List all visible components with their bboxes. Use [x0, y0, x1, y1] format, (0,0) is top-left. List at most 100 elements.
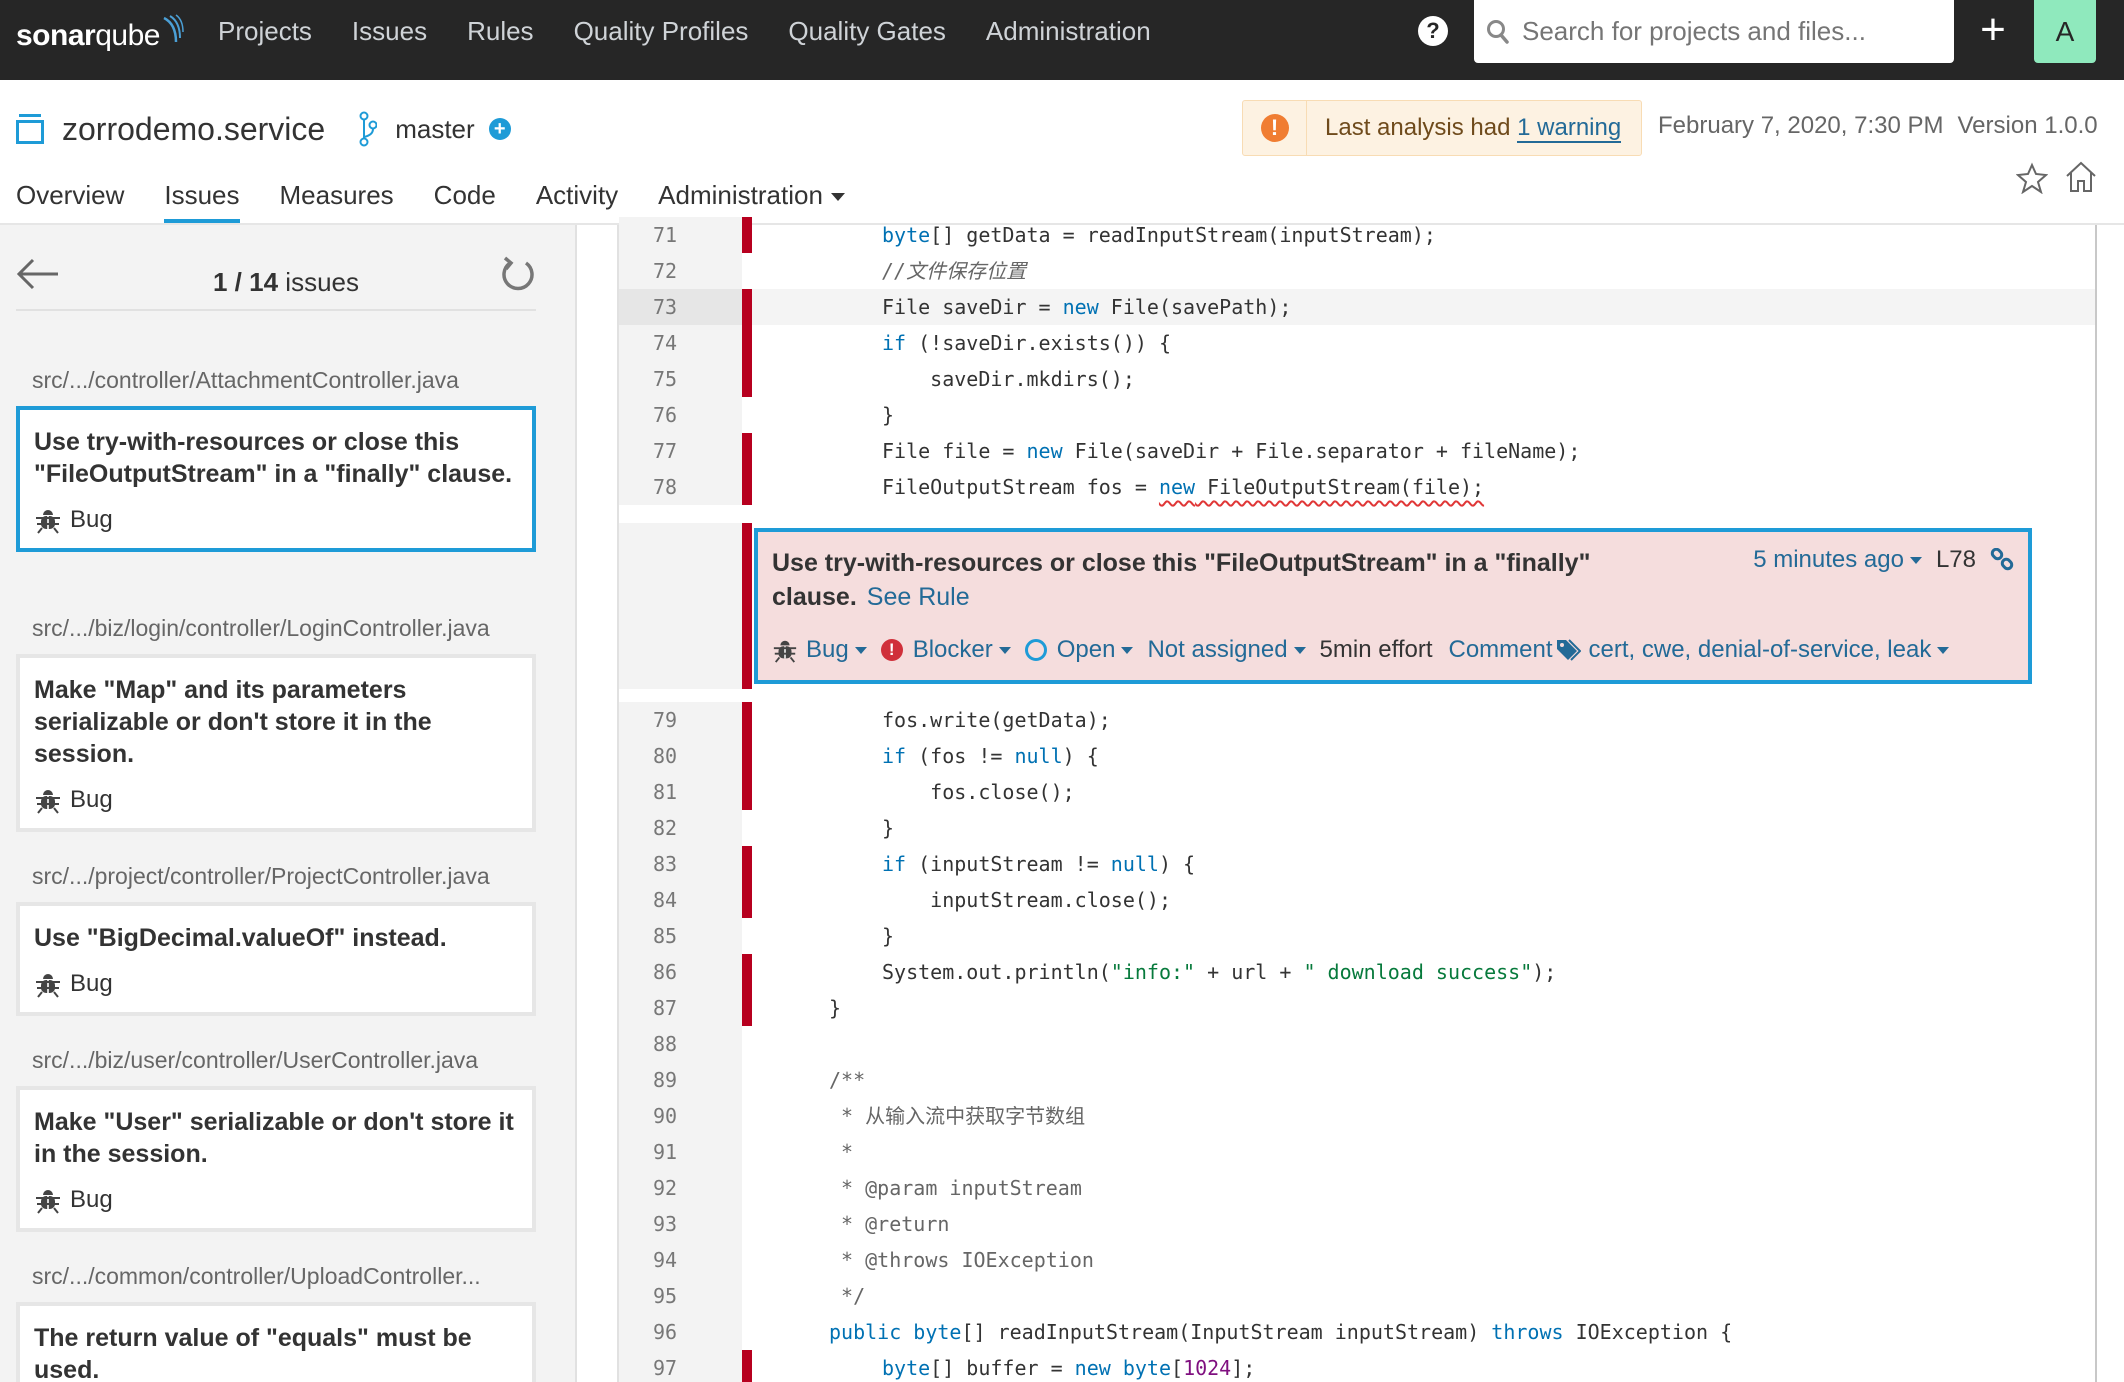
branch-name[interactable]: master [395, 114, 474, 145]
line-number[interactable]: 97 [619, 1350, 742, 1382]
line-number[interactable]: 86 [619, 954, 742, 990]
nav-rules[interactable]: Rules [467, 16, 533, 47]
issue-file-path[interactable]: src/.../biz/login/controller/LoginContro… [32, 615, 532, 642]
nav-issues[interactable]: Issues [352, 16, 427, 47]
line-number[interactable]: 78 [619, 469, 742, 505]
favorite-star-icon[interactable] [2016, 162, 2048, 194]
logo-text-bold: sonar [16, 19, 96, 52]
line-number[interactable]: 89 [619, 1062, 742, 1098]
issue-file-path[interactable]: src/.../biz/user/controller/UserControll… [32, 1047, 532, 1074]
top-navbar: sonar qube Projects Issues Rules Quality … [0, 0, 2124, 80]
issue-card[interactable]: Make "User" serializable or don't store … [16, 1086, 536, 1232]
nav-administration[interactable]: Administration [986, 16, 1151, 47]
add-branch-icon[interactable]: + [488, 118, 511, 140]
nav-quality-gates[interactable]: Quality Gates [788, 16, 946, 47]
sonarqube-logo[interactable]: sonar qube [16, 14, 184, 56]
project-name[interactable]: zorrodemo.service [62, 111, 325, 148]
tab-measures[interactable]: Measures [280, 176, 394, 224]
status-dropdown[interactable]: Open [1024, 636, 1134, 664]
create-plus-icon[interactable]: + [1976, 8, 2010, 54]
branch-icon [359, 111, 378, 147]
issue-file-path[interactable]: src/.../common/controller/UploadControll… [32, 1263, 532, 1290]
tab-overview[interactable]: Overview [16, 176, 124, 224]
tab-administration-label: Administration [658, 180, 823, 210]
tab-issues[interactable]: Issues [164, 176, 240, 225]
line-number[interactable]: 74 [619, 325, 742, 361]
line-number[interactable]: 93 [619, 1206, 742, 1242]
line-number[interactable]: 75 [619, 361, 742, 397]
line-number[interactable]: 87 [619, 990, 742, 1026]
help-icon[interactable]: ? [1418, 16, 1448, 46]
severity-dropdown[interactable]: ! Blocker [880, 636, 1011, 664]
tag-icon [1556, 639, 1581, 661]
line-number[interactable]: 91 [619, 1134, 742, 1170]
issue-message: Use "BigDecimal.valueOf" instead. [34, 924, 447, 952]
line-number[interactable]: 82 [619, 810, 742, 846]
issues-nav-header: 1 / 14 issues [16, 255, 536, 311]
coverage-bar-uncovered [742, 882, 752, 918]
issue-type-dropdown[interactable]: Bug [772, 636, 867, 664]
refresh-icon[interactable] [498, 255, 538, 295]
code-line: 75 saveDir.mkdirs(); [619, 361, 2095, 397]
code-text: if (inputStream != null) { [882, 852, 1196, 876]
line-number[interactable]: 71 [619, 217, 742, 253]
issue-card-selected[interactable]: Use try-with-resources or close this "Fi… [16, 406, 536, 552]
nav-projects[interactable]: Projects [218, 16, 312, 47]
line-number[interactable]: 96 [619, 1314, 742, 1350]
code-line: 76} [619, 397, 2095, 433]
search-input[interactable] [1522, 16, 1932, 47]
issue-card[interactable]: Make "Map" and its parameters serializab… [16, 654, 536, 832]
line-number[interactable]: 85 [619, 918, 742, 954]
code-text: File saveDir = new File(savePath); [882, 295, 1292, 319]
code-line-highlighted: 73 File saveDir = new File(savePath); [619, 289, 2095, 325]
code-line: 91 * [619, 1134, 2095, 1170]
coverage-bar-uncovered [742, 361, 752, 397]
code-line: 81 fos.close(); [619, 774, 2095, 810]
issue-card[interactable]: Use "BigDecimal.valueOf" instead. Bug [16, 902, 536, 1016]
line-number[interactable]: 79 [619, 702, 742, 738]
line-number[interactable]: 95 [619, 1278, 742, 1314]
line-number[interactable]: 76 [619, 397, 742, 433]
assignee-dropdown[interactable]: Not assigned [1147, 636, 1306, 664]
line-number[interactable]: 72 [619, 253, 742, 289]
line-number[interactable]: 94 [619, 1242, 742, 1278]
code-line: 74 if (!saveDir.exists()) { [619, 325, 2095, 361]
code-text: inputStream.close(); [882, 888, 1171, 912]
code-text: } [882, 924, 895, 948]
nav-quality-profiles[interactable]: Quality Profiles [574, 16, 749, 47]
code-line-with-issue: 78 FileOutputStream fos = new FileOutputS… [619, 469, 2095, 505]
line-number[interactable]: 88 [619, 1026, 742, 1062]
code-line: 95 */ [619, 1278, 2095, 1314]
line-number[interactable]: 84 [619, 882, 742, 918]
permalink-icon[interactable] [1990, 548, 2014, 572]
search-box[interactable] [1474, 0, 1954, 63]
home-icon[interactable] [2064, 160, 2098, 194]
warning-link[interactable]: 1 warning [1517, 114, 1622, 143]
line-number[interactable]: 92 [619, 1170, 742, 1206]
line-number[interactable]: 73 [619, 289, 742, 325]
tab-activity[interactable]: Activity [536, 176, 618, 224]
line-number[interactable]: 83 [619, 846, 742, 882]
comment-button[interactable]: Comment [1449, 636, 1553, 664]
tags-dropdown[interactable]: cert, cwe, denial-of-service, leak [1555, 636, 1950, 664]
source-viewer: 71 byte[] getData = readInputStream(input… [617, 217, 2097, 1382]
line-number[interactable]: 90 [619, 1098, 742, 1134]
line-number[interactable]: 77 [619, 433, 742, 469]
code-text: byte[] buffer = new byte[1024]; [882, 1356, 1256, 1380]
tab-code[interactable]: Code [434, 176, 496, 224]
issue-location-underline[interactable]: new FileOutputStream(file); [1159, 475, 1484, 499]
code-line: 87} [619, 990, 2095, 1026]
inline-issue-box[interactable]: Use try-with-resources or close this "Fi… [754, 528, 2032, 684]
code-line: 79 fos.write(getData); [619, 702, 2095, 738]
user-avatar[interactable]: A [2034, 0, 2096, 63]
line-number[interactable]: 81 [619, 774, 742, 810]
line-number[interactable]: 80 [619, 738, 742, 774]
see-rule-link[interactable]: See Rule [867, 583, 970, 611]
issue-file-path[interactable]: src/.../project/controller/ProjectContro… [32, 863, 532, 890]
code-line: 89 /** [619, 1062, 2095, 1098]
chevron-down-icon [998, 646, 1011, 654]
issue-file-path[interactable]: src/.../controller/AttachmentController.… [32, 367, 532, 394]
issue-age-dropdown[interactable]: 5 minutes ago [1753, 546, 1922, 574]
code-comment: * [829, 1140, 854, 1164]
issue-card[interactable]: The return value of "equals" must be use… [16, 1302, 536, 1382]
